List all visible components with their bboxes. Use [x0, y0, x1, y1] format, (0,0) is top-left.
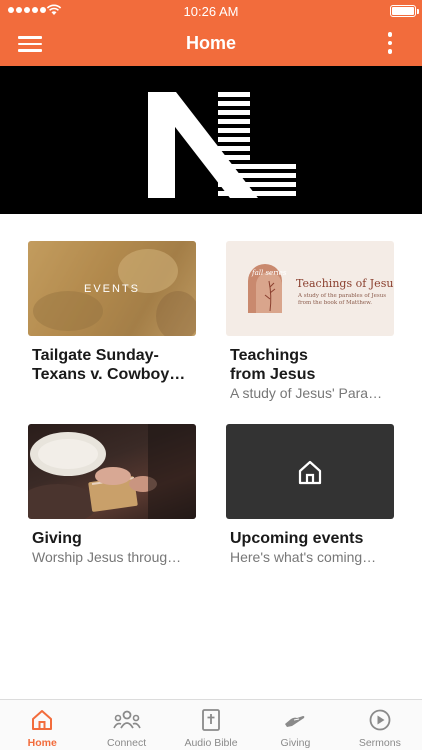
card-teachings-from-jesus[interactable]: fall series Teachings of Jesus A study o… — [226, 241, 394, 402]
people-icon — [112, 710, 141, 729]
giving-thumbnail — [28, 424, 196, 519]
battery-icon — [390, 5, 419, 17]
events-thumbnail-label: EVENTS — [83, 283, 140, 295]
tab-giving[interactable]: Giving — [253, 700, 337, 750]
teachings-thumbnail-description: A study of the parables of Jesus from th… — [298, 293, 387, 306]
card-subtitle: Here's what's coming… — [230, 549, 377, 565]
bottom-tab-bar: Home Connect Audio Bible Giving Sermons — [0, 699, 422, 750]
more-options-icon[interactable] — [380, 30, 400, 58]
card-giving[interactable]: Giving Worship Jesus throug… — [28, 424, 196, 566]
status-time: 10:26 AM — [183, 4, 239, 19]
status-bar: 10:26 AM — [0, 0, 422, 22]
tab-label: Sermons — [358, 737, 401, 749]
events-thumbnail: EVENTS — [28, 241, 196, 336]
giving-hand-icon — [285, 716, 305, 727]
card-title: Teachings from Jesus — [230, 347, 316, 383]
svg-text:fall series: fall series — [251, 269, 287, 277]
card-tailgate-sunday[interactable]: EVENTS Tailgate Sunday- Texans v. Cowboy… — [28, 241, 196, 384]
home-icon — [298, 460, 322, 485]
church-logo: NL — [148, 92, 296, 198]
teachings-thumbnail-title: Teachings of Jesus — [296, 277, 394, 290]
bible-icon — [202, 709, 220, 731]
tab-audio-bible[interactable]: Audio Bible — [169, 700, 253, 750]
teachings-thumbnail: fall series Teachings of Jesus A study o… — [226, 241, 394, 336]
tab-connect[interactable]: Connect — [84, 700, 168, 750]
tab-label: Home — [27, 737, 57, 749]
play-circle-icon — [369, 709, 391, 731]
tab-label: Giving — [280, 737, 311, 749]
upcoming-events-thumbnail — [226, 424, 394, 519]
card-title: Giving — [32, 530, 82, 547]
card-subtitle: Worship Jesus throug… — [32, 549, 182, 565]
tab-sermons[interactable]: Sermons — [338, 700, 422, 750]
home-icon — [32, 710, 53, 730]
card-title: Tailgate Sunday- Texans v. Cowboy… — [32, 347, 186, 383]
card-upcoming-events[interactable]: Upcoming events Here's what's coming… — [226, 424, 394, 566]
card-subtitle: A study of Jesus' Para… — [230, 385, 383, 401]
page-title: Home — [185, 33, 236, 53]
app-header-bar: 10:26 AM Home — [0, 0, 422, 66]
tab-home[interactable]: Home — [0, 700, 84, 750]
tab-label: Audio Bible — [184, 737, 238, 749]
tab-label: Connect — [107, 737, 147, 749]
app-bar: Home — [0, 22, 422, 66]
card-title: Upcoming events — [230, 530, 364, 547]
church-logo-banner: NL — [0, 66, 422, 214]
giving-photo — [28, 424, 196, 519]
